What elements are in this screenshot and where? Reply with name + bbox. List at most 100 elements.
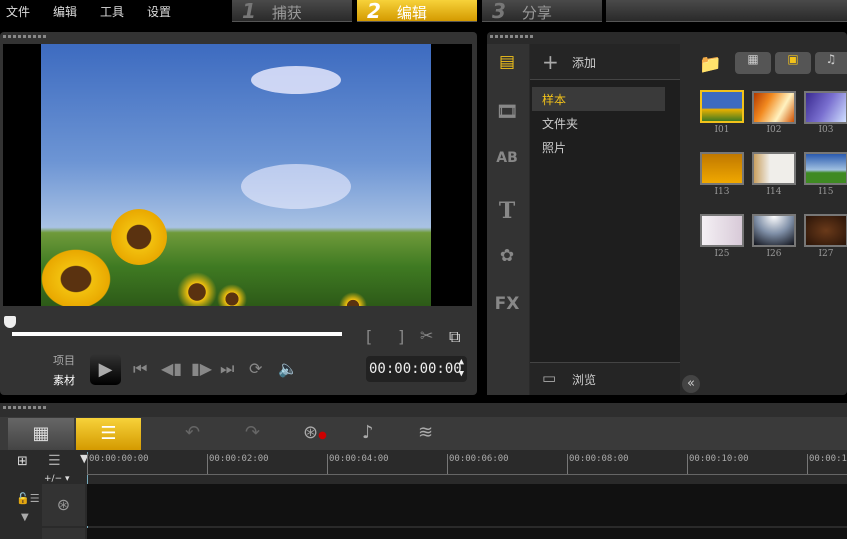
- mode-project[interactable]: 项目: [53, 352, 75, 368]
- video-filter-button[interactable]: ▦: [735, 52, 771, 74]
- storyboard-view-button[interactable]: ▦: [8, 418, 74, 450]
- thumbnail-label: I01: [714, 125, 730, 135]
- volume-icon[interactable]: 🔈: [278, 359, 298, 378]
- player-panel: [ ] ✂ ⧉ 项目 素材 ▶ ⏮ ◀▮ ▮▶ ⏭ ⟳ 🔈 00:00:00:0…: [0, 32, 477, 395]
- auto-music-icon[interactable]: ≋: [418, 422, 433, 443]
- menu-file[interactable]: 文件: [6, 3, 30, 20]
- track-manager-icon[interactable]: ☰: [48, 453, 61, 469]
- collapse-library-button[interactable]: «: [682, 375, 700, 393]
- title-icon[interactable]: T: [487, 198, 527, 224]
- browse-icon: ▭: [542, 369, 557, 387]
- library-sidebar: ▤ 🎞 AB T ✿ FX: [487, 44, 529, 395]
- scrubber-track[interactable]: [12, 332, 342, 336]
- video-track[interactable]: [87, 484, 847, 526]
- ruler-tick: 00:00:02:00: [207, 454, 269, 474]
- previous-frame-icon[interactable]: ◀▮: [161, 359, 182, 378]
- instant-project-icon[interactable]: 🎞: [487, 102, 527, 122]
- filter-icon[interactable]: FX: [487, 294, 527, 314]
- redo-icon[interactable]: ↷: [245, 422, 260, 443]
- folder-item-samples[interactable]: 样本: [532, 87, 665, 111]
- panel-grip[interactable]: [3, 35, 47, 38]
- expand-tracks-icon[interactable]: ▼: [21, 512, 29, 523]
- preview-screen: [3, 44, 472, 306]
- browse-label: 浏览: [572, 373, 597, 387]
- thumbnail-label: I02: [766, 125, 782, 135]
- add-label: 添加: [572, 56, 597, 70]
- play-button[interactable]: ▶: [90, 354, 121, 385]
- overlay-track[interactable]: [87, 528, 847, 539]
- thumbnail-I27[interactable]: [804, 214, 847, 247]
- next-frame-icon[interactable]: ▮▶: [191, 359, 212, 378]
- ruler-tick: 00:00:04:00: [327, 454, 389, 474]
- step-number: 3: [492, 0, 506, 23]
- photo-filter-button[interactable]: ▣: [775, 52, 811, 74]
- show-all-tracks-icon[interactable]: ⊞: [17, 454, 28, 469]
- mark-in-icon[interactable]: [: [366, 327, 372, 346]
- repeat-icon[interactable]: ⟳: [249, 359, 262, 378]
- audio-filter-button[interactable]: ♫: [815, 52, 847, 74]
- scrubber-handle[interactable]: [4, 316, 16, 328]
- ruler-baseline: [87, 474, 847, 475]
- tab-capture[interactable]: 1 捕获: [232, 0, 352, 22]
- sunflower: [111, 209, 167, 265]
- timeline-view-button[interactable]: ☰: [76, 418, 141, 450]
- add-folder-button[interactable]: + 添加: [530, 44, 680, 80]
- tab-label: 编辑: [396, 4, 427, 22]
- tab-edit[interactable]: 2 编辑: [357, 0, 477, 22]
- sound-mixer-icon[interactable]: ♪: [362, 422, 374, 443]
- transition-icon[interactable]: AB: [487, 150, 527, 166]
- mode-clip[interactable]: 素材: [53, 372, 75, 388]
- panel-grip[interactable]: [490, 35, 534, 38]
- video-track-icon[interactable]: ⊛: [42, 484, 85, 526]
- plus-icon: +: [542, 50, 559, 74]
- overlay-track-header[interactable]: [42, 528, 85, 539]
- thumbnail-label: I26: [766, 249, 782, 259]
- lock-track-icon[interactable]: 🔓☰: [16, 492, 40, 505]
- tab-filler: [606, 0, 847, 22]
- video-frame: [41, 44, 431, 306]
- menu-settings[interactable]: 设置: [147, 3, 171, 20]
- step-number: 2: [367, 0, 381, 23]
- timecode-spinner[interactable]: ▲ ▼: [459, 356, 464, 380]
- tab-label: 分享: [521, 4, 552, 22]
- thumbnail-label: I27: [818, 249, 834, 259]
- media-icon[interactable]: ▤: [487, 52, 527, 72]
- thumbnail-I03[interactable]: [804, 91, 847, 124]
- thumbnail-label: I03: [818, 125, 834, 135]
- thumbnail-I13[interactable]: [700, 152, 744, 185]
- tab-label: 捕获: [271, 4, 302, 22]
- undo-icon[interactable]: ↶: [185, 422, 200, 443]
- thumbnail-label: I14: [766, 187, 782, 197]
- graphic-icon[interactable]: ✿: [487, 246, 527, 266]
- thumbnail-I02[interactable]: [752, 91, 796, 124]
- menu-edit[interactable]: 编辑: [53, 3, 77, 20]
- menu-tools[interactable]: 工具: [100, 3, 124, 20]
- folder-icon[interactable]: 📁: [699, 54, 721, 75]
- thumbnail-I01[interactable]: [700, 90, 744, 123]
- panel-grip[interactable]: [3, 406, 47, 409]
- thumbnail-label: I25: [714, 249, 730, 259]
- step-number: 1: [242, 0, 256, 23]
- timecode-field[interactable]: 00:00:00:00 ▲ ▼: [366, 356, 467, 382]
- thumbnail-I15[interactable]: [804, 152, 847, 185]
- record-capture-icon[interactable]: ⊛●: [303, 422, 327, 443]
- library-panel: ▤ 🎞 AB T ✿ FX + 添加 样本 文件夹 照片 ▭ 浏览 📁 ▦ ▣ …: [487, 32, 847, 395]
- home-icon[interactable]: ⏮: [133, 359, 147, 379]
- ruler-tick: 00:00:08:00: [567, 454, 629, 474]
- scissors-icon[interactable]: ✂: [420, 326, 433, 345]
- ruler-tick: 00:00:10:00: [687, 454, 749, 474]
- folder-item-photos[interactable]: 照片: [542, 139, 566, 156]
- add-remove-tracks-button[interactable]: +/− ▾: [44, 474, 70, 484]
- thumbnail-I26[interactable]: [752, 214, 796, 247]
- ruler-tick: 00:00:12: [807, 454, 847, 474]
- tab-share[interactable]: 3 分享: [482, 0, 602, 22]
- end-icon[interactable]: ⏭: [220, 359, 234, 379]
- thumbnail-label: I13: [714, 187, 730, 197]
- thumbnail-I14[interactable]: [752, 152, 796, 185]
- folder-list: + 添加 样本 文件夹 照片 ▭ 浏览: [530, 44, 680, 395]
- browse-button[interactable]: ▭ 浏览: [530, 362, 680, 395]
- mark-out-icon[interactable]: ]: [398, 327, 404, 346]
- folder-item-folder[interactable]: 文件夹: [542, 115, 578, 132]
- thumbnail-I25[interactable]: [700, 214, 744, 247]
- enlarge-preview-icon[interactable]: ⧉: [449, 327, 460, 347]
